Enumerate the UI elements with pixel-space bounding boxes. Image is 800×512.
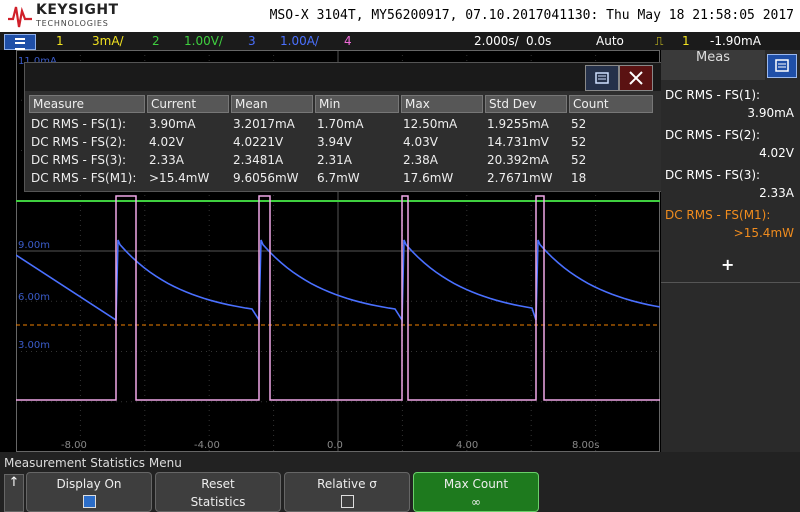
relative-sigma-checkbox[interactable] (340, 495, 354, 508)
side-panel-title: Meas (661, 50, 765, 80)
side-meas-value: 3.90mA (747, 106, 794, 120)
stat-cell-std: 14.731mV (487, 135, 549, 149)
ch1-number[interactable]: 1 (56, 34, 64, 48)
stat-cell-current: >15.4mW (149, 171, 210, 185)
softkey-bar: Measurement Statistics Menu ↑ Display On… (0, 452, 800, 512)
ch2-number[interactable]: 2 (152, 34, 160, 48)
stat-cell-measure: DC RMS - FS(3): (31, 153, 127, 167)
stat-cell-max: 2.38A (403, 153, 438, 167)
window-titlebar (25, 63, 661, 91)
stat-cell-count: 52 (571, 117, 587, 131)
stat-cell-measure: DC RMS - FS(1): (31, 117, 127, 131)
x-axis-tick: 4.00 (456, 440, 478, 451)
column-header: Min (315, 95, 399, 113)
x-axis-tick: 8.00s (572, 440, 599, 451)
stat-cell-min: 1.70mA (317, 117, 364, 131)
menu-title: Measurement Statistics Menu (4, 456, 182, 470)
stat-cell-current: 2.33A (149, 153, 184, 167)
trigger-edge-icon: ⎍ (655, 34, 664, 48)
side-meas-label[interactable]: DC RMS - FS(3): (665, 168, 760, 182)
stat-cell-measure: DC RMS - FS(M1): (31, 171, 137, 185)
column-header: Count (569, 95, 653, 113)
main-menu-button[interactable] (4, 34, 36, 50)
stat-cell-std: 2.7671mW (487, 171, 553, 185)
stat-cell-measure: DC RMS - FS(2): (31, 135, 127, 149)
add-measurement-button[interactable]: + (721, 255, 734, 274)
stat-cell-std: 1.9255mA (487, 117, 549, 131)
stat-cell-count: 18 (571, 171, 587, 185)
ch3-number[interactable]: 3 (248, 34, 256, 48)
back-button[interactable]: ↑ (4, 474, 24, 512)
keysight-wave-icon (8, 6, 32, 28)
meas-side-panel: Meas DC RMS - FS(1): 3.90mA DC RMS - FS(2)… (661, 50, 800, 452)
brand-name: KEYSIGHT (36, 2, 119, 18)
menu-icon (15, 38, 25, 50)
ch2-scale[interactable]: 1.00V/ (184, 34, 223, 48)
stat-cell-mean: 4.0221V (233, 135, 284, 149)
keysight-logo: KEYSIGHT TECHNOLOGIES (6, 2, 126, 30)
reset-statistics-softkey[interactable]: Reset Statistics (155, 472, 281, 512)
trigger-channel[interactable]: 1 (682, 34, 690, 48)
stat-cell-min: 2.31A (317, 153, 352, 167)
close-icon (629, 71, 643, 85)
stat-cell-max: 12.50mA (403, 117, 458, 131)
column-header: Current (147, 95, 229, 113)
time-delay[interactable]: 0.0s (526, 34, 551, 48)
stat-cell-std: 20.392mA (487, 153, 549, 167)
stat-cell-mean: 3.2017mA (233, 117, 295, 131)
display-on-label: Display On (56, 477, 122, 491)
stat-cell-min: 3.94V (317, 135, 352, 149)
stat-cell-mean: 2.3481A (233, 153, 284, 167)
side-meas-value: >15.4mW (733, 226, 794, 240)
stat-cell-min: 6.7mW (317, 171, 360, 185)
max-count-softkey[interactable]: Max Count ∞ (413, 472, 539, 512)
window-menu-button[interactable] (585, 65, 619, 91)
stat-cell-current: 3.90mA (149, 117, 196, 131)
stat-cell-max: 4.03V (403, 135, 438, 149)
x-axis-tick: 0.0 (327, 440, 343, 451)
timebase[interactable]: 2.000s/ (474, 34, 519, 48)
trigger-level[interactable]: -1.90mA (710, 34, 761, 48)
reset-label-1: Reset (201, 477, 235, 491)
column-header: Std Dev (485, 95, 567, 113)
side-meas-label[interactable]: DC RMS - FS(1): (665, 88, 760, 102)
window-close-button[interactable] (619, 65, 653, 91)
side-meas-label[interactable]: DC RMS - FS(2): (665, 128, 760, 142)
channel-status-bar: 1 3mA/ 2 1.00V/ 3 1.00A/ 4 2.000s/ 0.0s … (0, 32, 800, 50)
max-count-value: ∞ (471, 495, 481, 509)
display-on-softkey[interactable]: Display On (26, 472, 152, 512)
x-axis-tick: -4.00 (194, 440, 220, 451)
column-header: Measure (29, 95, 145, 113)
side-meas-value: 2.33A (759, 186, 794, 200)
relative-sigma-label: Relative σ (317, 477, 377, 491)
side-menu-button[interactable] (767, 54, 797, 78)
trigger-mode[interactable]: Auto (596, 34, 624, 48)
max-count-label: Max Count (443, 477, 509, 491)
ch4-number[interactable]: 4 (344, 34, 352, 48)
reset-label-2: Statistics (190, 495, 246, 509)
stat-cell-max: 17.6mW (403, 171, 454, 185)
side-meas-label[interactable]: DC RMS - FS(M1): (665, 208, 770, 222)
relative-sigma-softkey[interactable]: Relative σ (284, 472, 410, 512)
y-axis-label: 9.00m (18, 240, 50, 251)
ch1-scale[interactable]: 3mA/ (92, 34, 124, 48)
y-axis-label: 6.00m (18, 292, 50, 303)
column-header: Mean (231, 95, 313, 113)
display-on-checkbox[interactable] (82, 495, 96, 508)
x-axis-tick: -8.00 (61, 440, 87, 451)
ch3-scale[interactable]: 1.00A/ (280, 34, 319, 48)
column-header: Max (401, 95, 483, 113)
side-meas-value: 4.02V (759, 146, 794, 160)
header-bar: KEYSIGHT TECHNOLOGIES MSO-X 3104T, MY562… (0, 0, 800, 32)
y-axis-label: 3.00m (18, 340, 50, 351)
stat-cell-count: 52 (571, 153, 587, 167)
stat-cell-current: 4.02V (149, 135, 184, 149)
stat-cell-mean: 9.6056mW (233, 171, 299, 185)
stat-cell-count: 52 (571, 135, 587, 149)
measurement-statistics-window: Measure Current Mean Min Max Std Dev Count DC R… (24, 62, 662, 192)
instrument-title: MSO-X 3104T, MY56200917, 07.10.201704113… (269, 8, 794, 23)
brand-sub: TECHNOLOGIES (36, 19, 109, 28)
